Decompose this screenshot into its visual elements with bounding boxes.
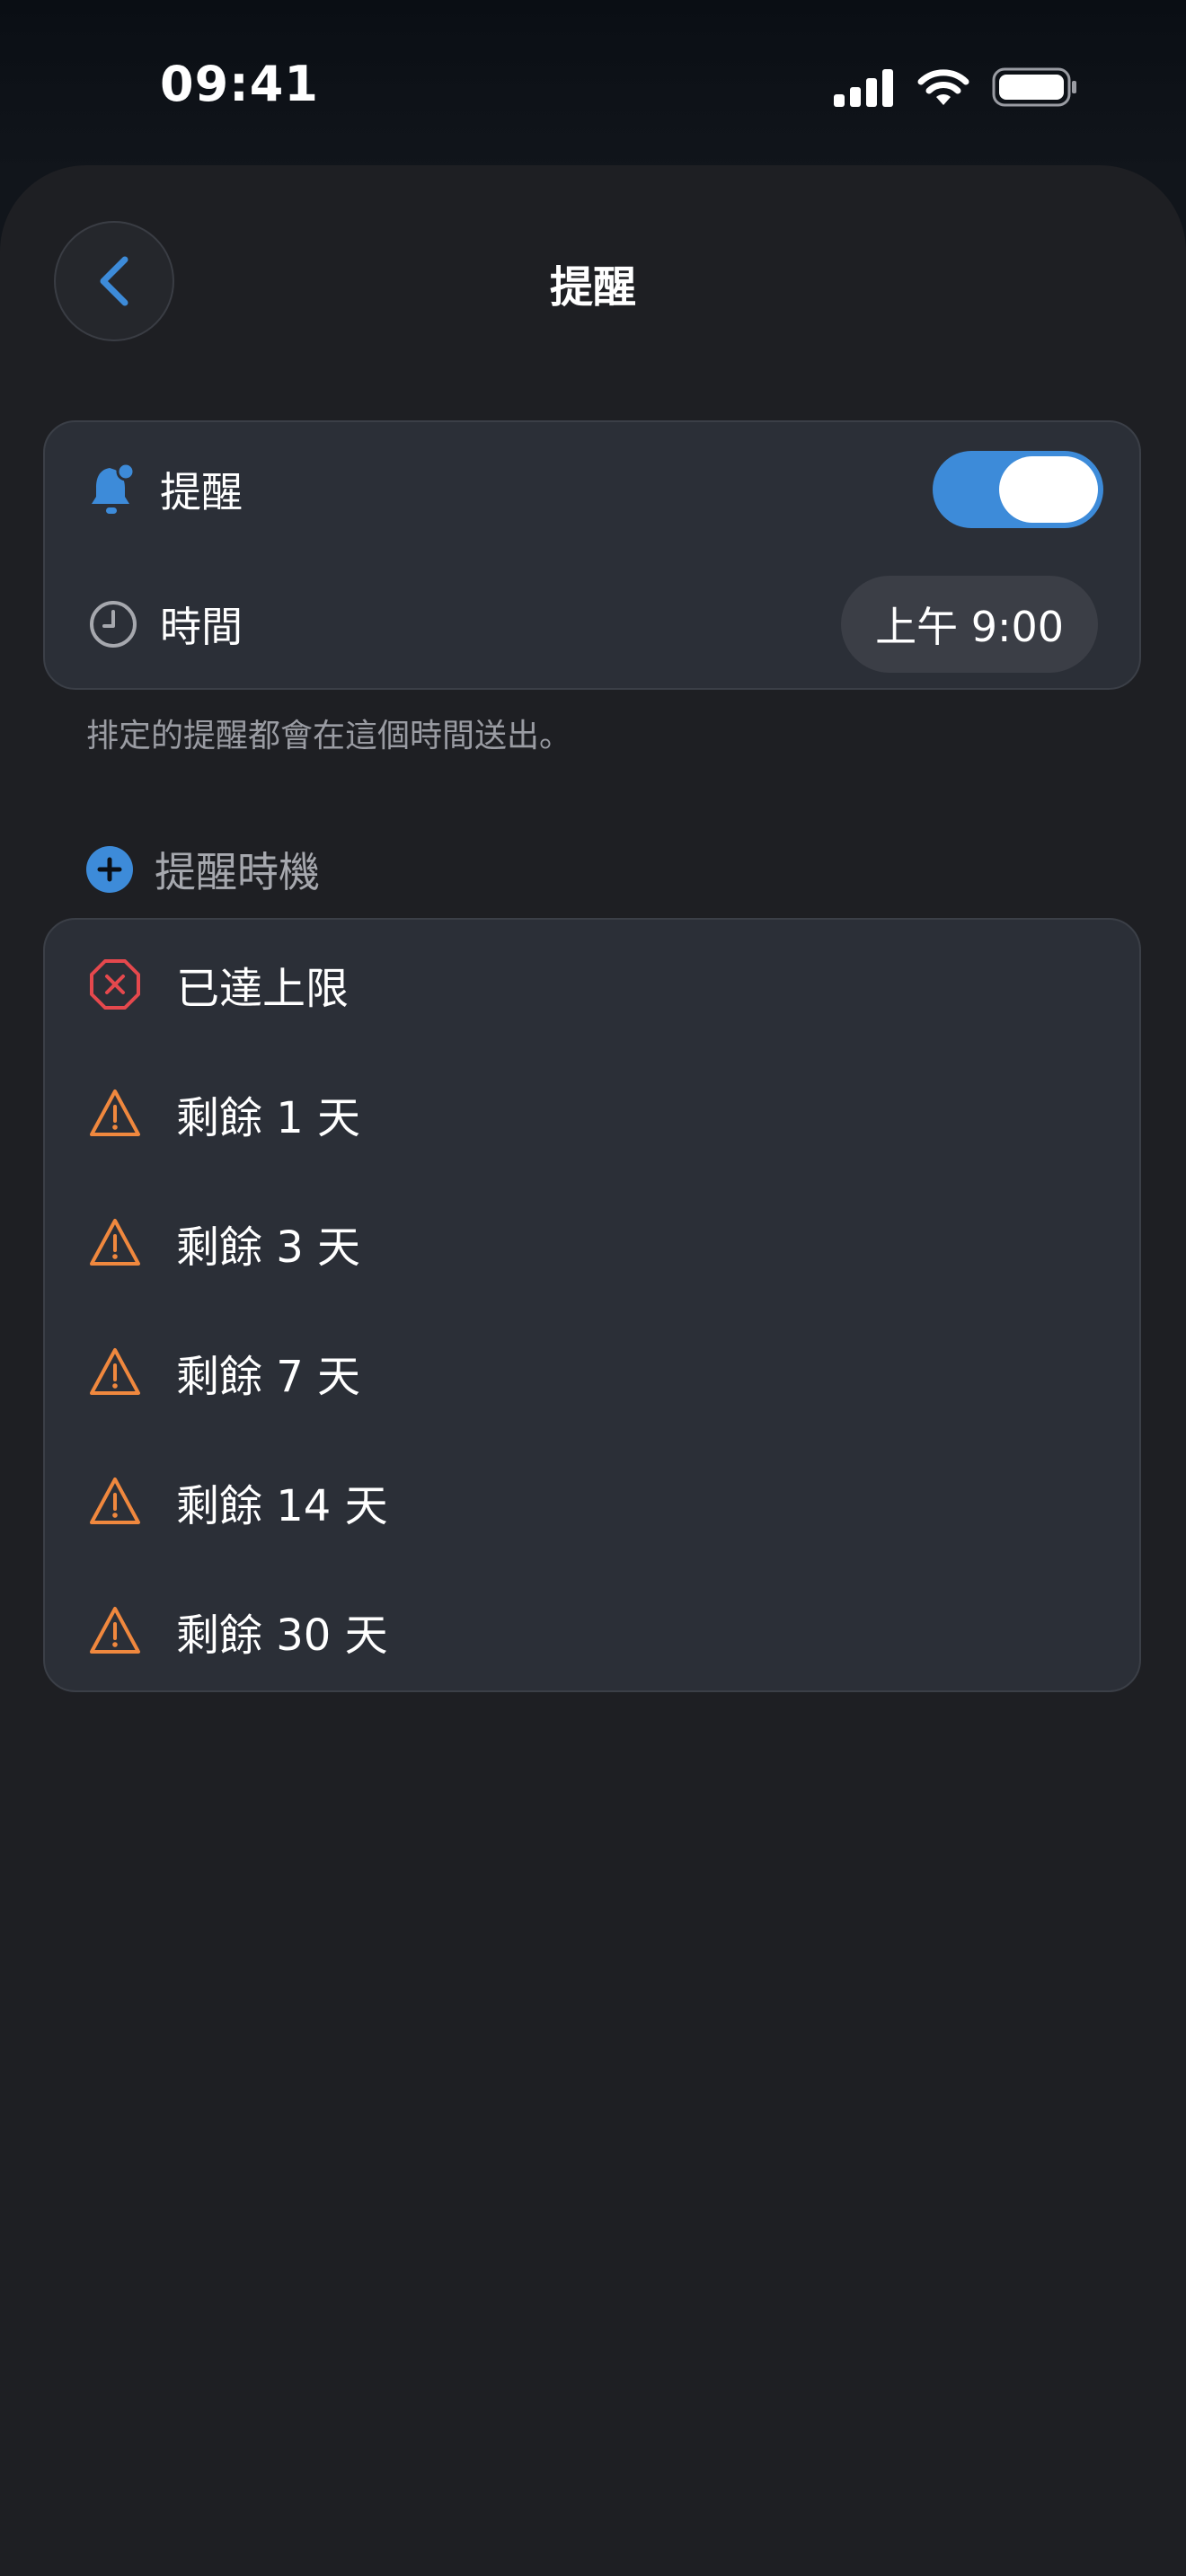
reminder-toggle-row: 提醒 xyxy=(45,422,1139,557)
list-item[interactable]: 剩餘 1 天 xyxy=(45,1049,1139,1178)
timing-label: 已達上限 xyxy=(176,964,350,1014)
add-timing-button[interactable]: 提醒時機 xyxy=(86,841,320,898)
battery-icon xyxy=(992,67,1076,107)
wifi-icon xyxy=(917,69,969,105)
plus-circle-icon xyxy=(86,846,133,893)
reminder-toggle[interactable] xyxy=(933,451,1103,528)
timing-label: 剩餘 14 天 xyxy=(176,1481,388,1531)
section-title: 提醒時機 xyxy=(155,848,320,896)
status-icons xyxy=(834,66,1078,108)
timing-label: 剩餘 3 天 xyxy=(176,1222,361,1273)
time-picker-button[interactable]: 上午 9:00 xyxy=(841,576,1098,673)
warning-triangle-icon xyxy=(90,1478,140,1524)
warning-triangle-icon xyxy=(90,1090,140,1136)
timing-label: 剩餘 1 天 xyxy=(176,1093,361,1143)
status-time: 09:41 xyxy=(160,56,319,112)
bell-badge-icon xyxy=(88,463,138,515)
page-title: 提醒 xyxy=(549,262,636,313)
warning-triangle-icon xyxy=(90,1219,140,1266)
time-label: 時間 xyxy=(160,603,243,651)
list-item[interactable]: 剩餘 3 天 xyxy=(45,1178,1139,1308)
list-item[interactable]: 已達上限 xyxy=(45,920,1139,1049)
reminder-settings-card: 提醒 時間 上午 9:00 xyxy=(43,420,1141,690)
time-row: 時間 上午 9:00 xyxy=(45,557,1139,692)
warning-triangle-icon xyxy=(90,1348,140,1395)
reminder-sheet: 提醒 提醒 時間 上午 9:00 排定的提醒都會在這個時間送出。 提醒時機 已達… xyxy=(0,165,1186,2576)
warning-triangle-icon xyxy=(90,1607,140,1654)
timings-card: 已達上限 剩餘 1 天 剩餘 3 天 剩餘 7 天 剩餘 14 天 剩餘 30 … xyxy=(43,918,1141,1692)
clock-icon xyxy=(88,599,138,649)
toggle-knob xyxy=(999,456,1098,523)
list-item[interactable]: 剩餘 14 天 xyxy=(45,1437,1139,1566)
list-item[interactable]: 剩餘 7 天 xyxy=(45,1308,1139,1437)
reminder-label: 提醒 xyxy=(160,468,243,516)
x-octagon-icon xyxy=(90,959,140,1010)
time-footnote: 排定的提醒都會在這個時間送出。 xyxy=(86,718,572,754)
timing-label: 剩餘 30 天 xyxy=(176,1610,388,1661)
screen: 09:41 提醒 提醒 時間 上午 9:00 排定的提醒都會在這個時間送出。 提… xyxy=(0,0,1186,2576)
timing-label: 剩餘 7 天 xyxy=(176,1352,361,1402)
list-item[interactable]: 剩餘 30 天 xyxy=(45,1566,1139,1696)
status-bar: 09:41 xyxy=(0,0,1186,162)
cellular-signal-icon xyxy=(834,69,893,107)
